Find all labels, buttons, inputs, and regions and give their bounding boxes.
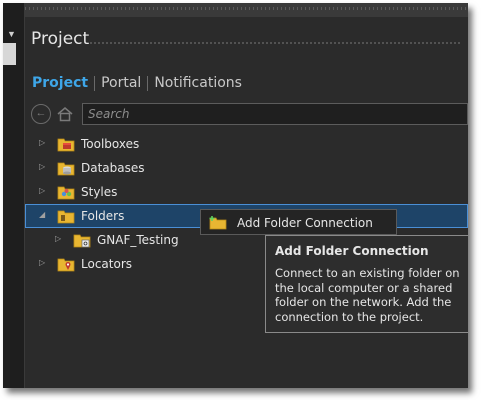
expand-arrow-icon[interactable]: ▷ bbox=[55, 234, 65, 244]
tree-item-label: Styles bbox=[81, 185, 118, 199]
tree-item-label: Toolboxes bbox=[81, 137, 140, 151]
styles-folder-icon bbox=[57, 184, 75, 200]
expand-arrow-icon[interactable]: ▷ bbox=[39, 162, 49, 172]
nav-buttons: ← bbox=[31, 104, 74, 124]
context-menu: Add Folder Connection bbox=[200, 209, 397, 235]
add-folder-icon bbox=[209, 215, 227, 233]
back-arrow-icon[interactable]: ← bbox=[31, 104, 51, 124]
expand-arrow-icon[interactable]: ▷ bbox=[39, 258, 49, 268]
pane-title: Project bbox=[31, 29, 90, 49]
tab-portal[interactable]: Portal bbox=[95, 75, 147, 91]
tree-item-label: Folders bbox=[81, 209, 125, 223]
menu-item-add-folder-connection[interactable]: Add Folder Connection bbox=[237, 216, 373, 230]
expand-arrow-icon[interactable]: ▷ bbox=[39, 138, 49, 148]
left-dock-strip: ▼ bbox=[3, 3, 25, 388]
tab-notifications[interactable]: Notifications bbox=[148, 75, 248, 91]
tooltip: Add Folder Connection Connect to an exis… bbox=[265, 235, 468, 333]
tree-item-toolboxes[interactable]: ▷ Toolboxes bbox=[25, 132, 468, 156]
dock-tab[interactable] bbox=[3, 43, 16, 65]
collapse-arrow-icon[interactable]: ◢ bbox=[39, 210, 49, 220]
tree-item-databases[interactable]: ▷ Databases bbox=[25, 156, 468, 180]
toolbox-folder-icon bbox=[57, 136, 75, 152]
pane-drag-handle[interactable] bbox=[25, 3, 468, 17]
app-window: ▼ Project Project Portal Notifications ←… bbox=[3, 3, 468, 388]
dropdown-icon[interactable]: ▼ bbox=[7, 29, 16, 39]
title-divider bbox=[89, 41, 461, 45]
tab-bar: Project Portal Notifications bbox=[32, 75, 248, 91]
database-folder-icon bbox=[57, 160, 75, 176]
tree-item-styles[interactable]: ▷ Styles bbox=[25, 180, 468, 204]
expand-arrow-icon[interactable]: ▷ bbox=[39, 186, 49, 196]
tooltip-body: Connect to an existing folder on the loc… bbox=[275, 266, 460, 324]
search-input[interactable]: Search bbox=[82, 103, 468, 125]
folder-icon bbox=[57, 208, 75, 224]
folder-connection-icon bbox=[73, 232, 91, 248]
locators-folder-icon bbox=[57, 256, 75, 272]
home-icon[interactable] bbox=[56, 105, 74, 123]
tab-project[interactable]: Project bbox=[32, 75, 94, 91]
tooltip-title: Add Folder Connection bbox=[275, 244, 429, 258]
tree-item-label: Databases bbox=[81, 161, 145, 175]
tree-item-label: GNAF_Testing bbox=[97, 233, 179, 247]
tree-item-label: Locators bbox=[81, 257, 132, 271]
project-pane: Project Project Portal Notifications ← S… bbox=[25, 3, 468, 388]
